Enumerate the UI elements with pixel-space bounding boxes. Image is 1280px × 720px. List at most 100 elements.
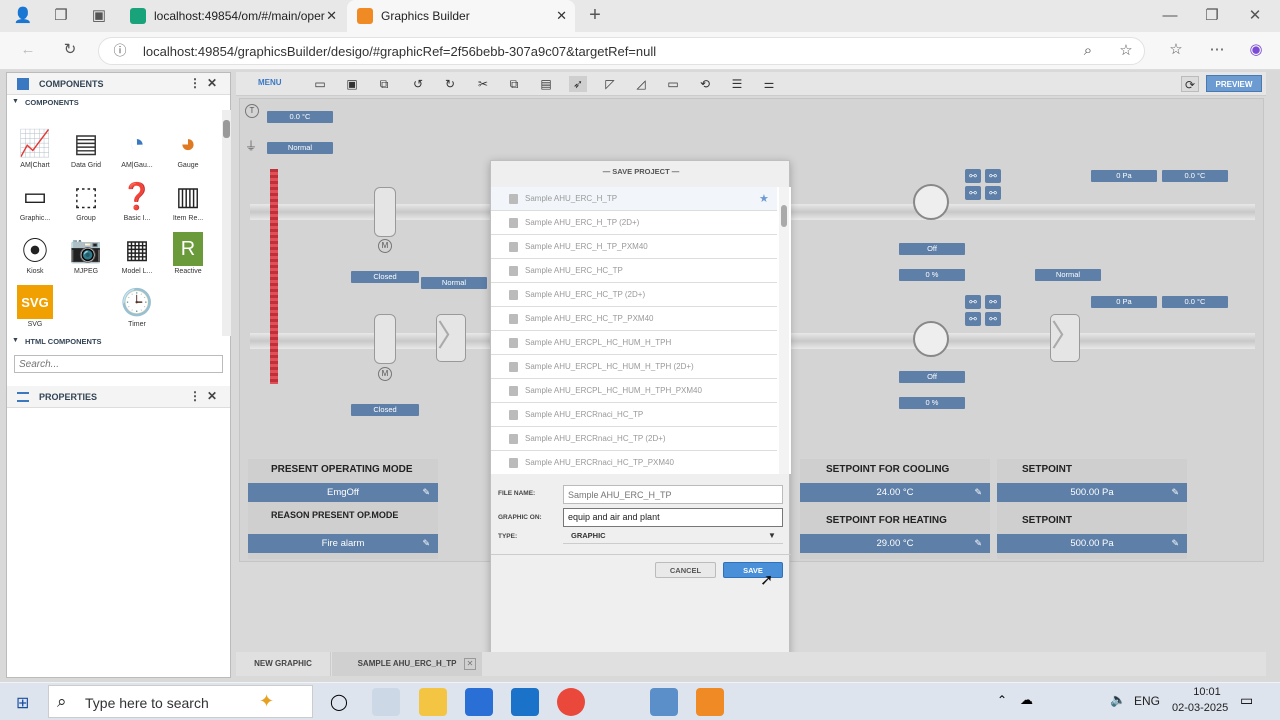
windows-start-icon[interactable]: ⊞ xyxy=(16,693,34,712)
save-icon[interactable]: ▣ xyxy=(343,76,361,92)
copy-icon[interactable]: ⧉ xyxy=(505,76,523,92)
scrollbar-thumb[interactable] xyxy=(223,120,230,138)
pointer-icon[interactable]: ➶ xyxy=(569,76,587,92)
edit-pencil-icon[interactable]: ✎ xyxy=(974,483,982,502)
layers-icon[interactable]: ☰ xyxy=(728,76,746,92)
tab-new-graphic[interactable]: NEW GRAPHIC xyxy=(236,652,331,676)
zoom-icon[interactable]: ⌕ xyxy=(1079,41,1097,61)
rectangle-icon[interactable]: ▭ xyxy=(664,76,682,92)
open-folder-icon[interactable]: ▭ xyxy=(311,76,329,92)
workspaces-icon[interactable]: ❐ xyxy=(50,6,72,26)
file-name-input[interactable] xyxy=(563,485,783,504)
cooling-value[interactable]: 24.00 °C ✎ xyxy=(800,483,990,502)
component-timer[interactable]: 🕒 Timer xyxy=(111,285,163,329)
temp-status[interactable]: 0.0 °C xyxy=(267,111,333,123)
edit-pencil-icon[interactable]: ✎ xyxy=(1171,534,1179,553)
edit-pencil-icon[interactable]: ✎ xyxy=(422,483,430,502)
fan-speed[interactable]: 0 % xyxy=(899,397,965,409)
project-item[interactable]: Sample AHU_ERCRnaci_HC_TP xyxy=(491,403,777,427)
link-icon[interactable]: ⚯ xyxy=(965,295,981,309)
tray-chevron-icon[interactable]: ⌃ xyxy=(997,693,1007,707)
new-tab-icon[interactable]: + xyxy=(584,5,606,25)
edge-app-icon[interactable] xyxy=(372,688,400,716)
component-basic[interactable]: ❓ Basic I... xyxy=(111,179,163,223)
settings-sliders-icon[interactable]: ⚌ xyxy=(760,76,778,92)
restore-icon[interactable]: ❐ xyxy=(1202,6,1222,26)
taskbar-search[interactable]: ⌕ Type here to search ✦ xyxy=(48,685,313,718)
project-item[interactable]: Sample AHU_ERC_H_TP ★ xyxy=(491,187,777,211)
reason-value[interactable]: Fire alarm ✎ xyxy=(248,534,438,553)
component-group[interactable]: ⬚ Group xyxy=(60,179,112,223)
outlook-icon[interactable] xyxy=(511,688,539,716)
file-explorer-icon[interactable] xyxy=(419,688,447,716)
url-input[interactable]: ⓘ localhost:49854/graphicsBuilder/desigo… xyxy=(98,37,1145,65)
heating-value[interactable]: 29.00 °C ✎ xyxy=(800,534,990,553)
fan-status[interactable]: Off xyxy=(899,243,965,255)
menu-button[interactable]: MENU xyxy=(258,78,282,87)
project-item[interactable]: Sample AHU_ERC_HC_TP (2D+) xyxy=(491,283,777,307)
damper-status[interactable]: Closed xyxy=(351,404,419,416)
link-icon[interactable]: ⚯ xyxy=(985,169,1001,183)
component-reactive[interactable]: R Reactive xyxy=(162,232,214,275)
redo-icon[interactable]: ↻ xyxy=(441,76,459,92)
rotate-icon[interactable]: ⟲ xyxy=(696,76,714,92)
setpoint-value[interactable]: 500.00 Pa ✎ xyxy=(997,483,1187,502)
link-icon[interactable]: ⚯ xyxy=(985,312,1001,326)
close-window-icon[interactable]: ✕ xyxy=(1245,6,1265,26)
clock-time[interactable]: 10:01 xyxy=(1182,686,1232,698)
notifications-icon[interactable]: ▭ xyxy=(1240,692,1253,709)
close-tab-icon[interactable]: ✕ xyxy=(556,8,567,24)
chrome-icon[interactable] xyxy=(557,688,585,716)
components-scrollbar[interactable] xyxy=(222,110,231,336)
save-as-icon[interactable]: ⧉ xyxy=(375,76,393,92)
language-indicator[interactable]: ENG xyxy=(1134,694,1160,708)
tab-graphics-builder[interactable]: Graphics Builder ✕ xyxy=(347,0,575,32)
component-graphic[interactable]: ▭ Graphic... xyxy=(9,179,61,223)
close-doc-tab-icon[interactable]: ✕ xyxy=(464,658,476,670)
component-kiosk[interactable]: ⦿ Kiosk xyxy=(9,232,61,276)
component-amgauge[interactable]: ◔ AM|Gau... xyxy=(111,126,163,170)
link-icon[interactable]: ⚯ xyxy=(985,295,1001,309)
component-svg[interactable]: SVG SVG xyxy=(9,285,61,328)
damper-status[interactable]: Closed xyxy=(351,271,419,283)
tab-sample-ahu[interactable]: SAMPLE AHU_ERC_H_TP xyxy=(332,652,482,676)
save-button[interactable]: SAVE xyxy=(723,562,783,578)
temp-status[interactable]: 0.0 °C xyxy=(1162,170,1228,182)
volume-icon[interactable]: 🔈 xyxy=(1110,692,1126,708)
graphics-builder-app-icon[interactable] xyxy=(696,688,724,716)
panel-menu-icon[interactable]: ⋮ xyxy=(189,76,201,90)
project-item[interactable]: Sample AHU_ERC_H_TP_PXM40 xyxy=(491,235,777,259)
clock-date[interactable]: 02-03-2025 xyxy=(1172,702,1228,714)
html-components-section-header[interactable]: ▼ HTML COMPONENTS xyxy=(7,334,222,349)
components-search-input[interactable] xyxy=(14,355,223,373)
favorites-icon[interactable]: ☆ xyxy=(1166,40,1186,60)
link-icon[interactable]: ⚯ xyxy=(965,312,981,326)
component-amchart[interactable]: 📈 AM|Chart xyxy=(9,126,61,170)
profile-icon[interactable]: 👤 xyxy=(12,6,34,26)
fan-speed[interactable]: 0 % xyxy=(899,269,965,281)
panel-menu-icon[interactable]: ⋮ xyxy=(189,389,201,403)
pressure-status[interactable]: 0 Pa xyxy=(1091,296,1157,308)
components-section-header[interactable]: ▼ COMPONENTS xyxy=(7,95,230,110)
edit-pencil-icon[interactable]: ✎ xyxy=(974,534,982,553)
link-icon[interactable]: ⚯ xyxy=(985,186,1001,200)
pressure-status[interactable]: 0 Pa xyxy=(1091,170,1157,182)
network-icon[interactable]: ☁ xyxy=(1020,692,1033,708)
preview-button[interactable]: PREVIEW xyxy=(1206,75,1262,92)
cancel-button[interactable]: CANCEL xyxy=(655,562,716,578)
info-icon[interactable]: ⓘ xyxy=(111,41,129,61)
tab-actions-icon[interactable]: ▣ xyxy=(88,6,110,26)
paste-icon[interactable]: ▤ xyxy=(537,76,555,92)
more-menu-icon[interactable]: ⋯ xyxy=(1207,40,1227,60)
desigo-app-icon[interactable] xyxy=(650,688,678,716)
edit-pencil-icon[interactable]: ✎ xyxy=(1171,483,1179,502)
link-icon[interactable]: ⚯ xyxy=(965,169,981,183)
project-item[interactable]: Sample AHU_ERCPL_HC_HUM_H_TPH xyxy=(491,331,777,355)
project-item[interactable]: Sample AHU_ERCPL_HC_HUM_H_TPH_PXM40 xyxy=(491,379,777,403)
type-select[interactable]: GRAPHIC ▼ xyxy=(563,528,783,544)
panel-close-icon[interactable]: ✕ xyxy=(207,76,217,90)
node-edit-icon[interactable]: ◸ xyxy=(601,76,619,92)
component-item[interactable]: ▥ Item Re... xyxy=(162,179,214,223)
edit-pencil-icon[interactable]: ✎ xyxy=(422,534,430,553)
project-item[interactable]: Sample AHU_ERC_H_TP (2D+) xyxy=(491,211,777,235)
